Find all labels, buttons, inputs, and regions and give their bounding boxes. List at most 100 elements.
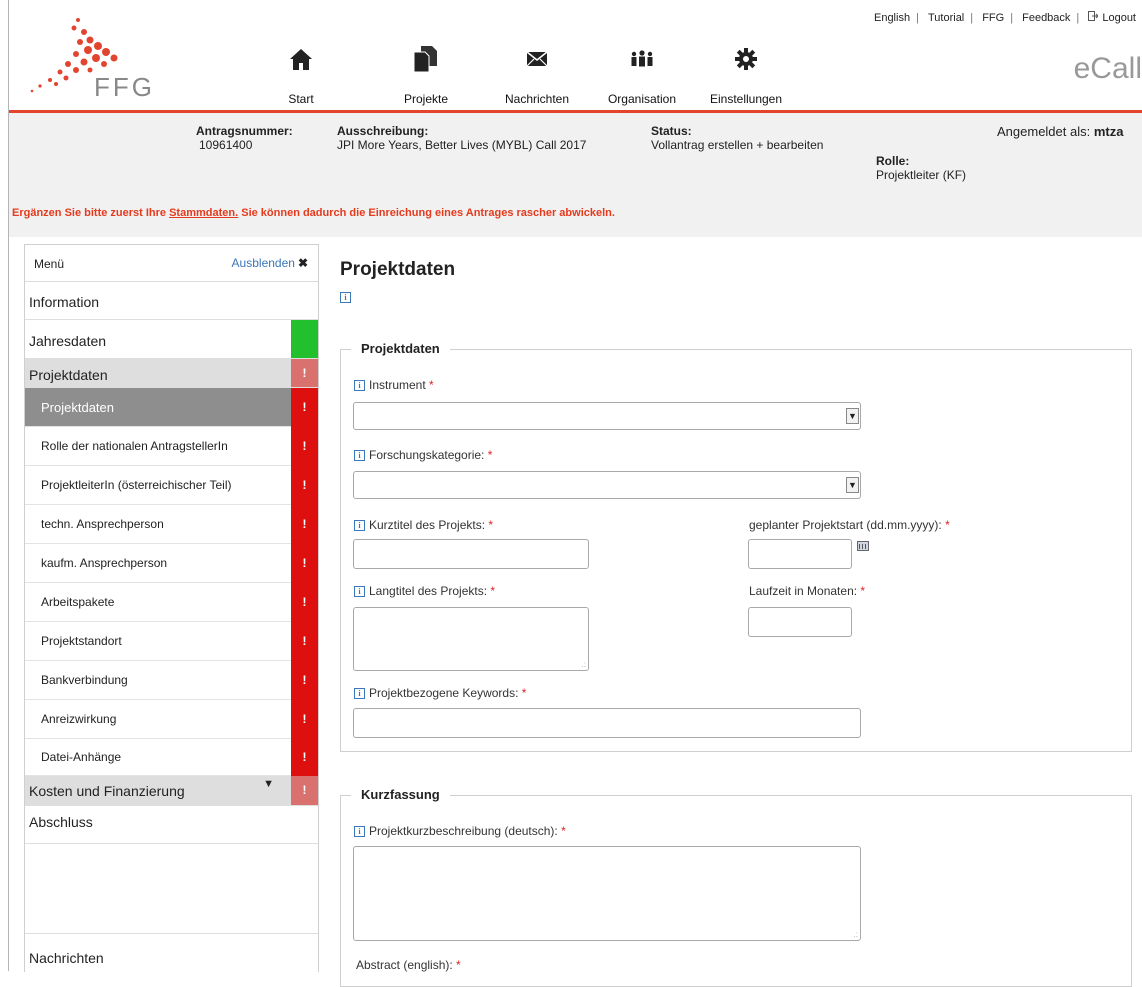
angemeldet-label: Angemeldet als: <box>997 124 1091 139</box>
info-icon[interactable]: i <box>340 292 351 303</box>
kurzbeschreibung-textarea[interactable]: .: <box>353 846 861 941</box>
window-left-edge <box>0 0 9 971</box>
keywords-label: i Projektbezogene Keywords: * <box>354 686 526 700</box>
laufzeit-label: Laufzeit in Monaten: * <box>749 584 866 598</box>
fieldset-kurzfassung: Kurzfassung i Projektkurzbeschreibung (de… <box>340 787 1132 987</box>
rolle-label: Rolle: <box>876 154 910 168</box>
fieldset-projektdaten: Projektdaten i Instrument * ▼ i Forschungs… <box>340 341 1132 752</box>
info-icon[interactable]: i <box>354 586 365 597</box>
angemeldet-user: mtza <box>1093 124 1124 139</box>
instrument-select[interactable]: ▼ <box>353 402 861 430</box>
nav-start[interactable]: Start <box>283 44 319 106</box>
angemeldet-als: Angemeldet als: mtza <box>997 125 1123 139</box>
status-flag-warning: ! <box>291 776 318 805</box>
chevron-down-icon: ▼ <box>263 778 274 790</box>
nav-nachrichten[interactable]: Nachrichten <box>498 44 576 106</box>
sidebar-spacer <box>25 844 318 934</box>
info-icon[interactable]: i <box>354 380 365 391</box>
sidebar-item-bankverbindung[interactable]: Bankverbindung! <box>25 661 318 700</box>
langtitel-label: i Langtitel des Projekts: * <box>354 584 495 598</box>
fieldset-projektdaten-legend: Projektdaten <box>351 341 450 356</box>
forschungskategorie-select[interactable]: ▼ <box>353 471 861 499</box>
info-icon[interactable]: i <box>354 688 365 699</box>
status-value: Vollantrag erstellen + bearbeiten <box>651 138 824 152</box>
page-title: Projektdaten <box>340 259 456 280</box>
status-flag-warning: ! <box>291 700 318 739</box>
forschungskategorie-label: i Forschungskategorie: * <box>354 448 492 462</box>
sidebar-menu: Menü Ausblenden ✖ Information Jahresdaten… <box>24 244 319 972</box>
nav-organisation[interactable]: Organisation <box>602 44 682 106</box>
sidebar-item-nachrichten[interactable]: Nachrichten <box>25 934 318 972</box>
status-flag-warning: ! <box>291 427 318 466</box>
ffg-logo[interactable]: FFG <box>24 14 204 102</box>
status-flag-warning: ! <box>291 359 318 387</box>
abstract-label: Abstract (english): * <box>356 958 461 972</box>
projektstart-input[interactable] <box>748 539 852 569</box>
status-flag-warning: ! <box>291 544 318 583</box>
status-flag-warning: ! <box>291 505 318 544</box>
status-flag-complete <box>291 320 318 358</box>
status-flag-warning: ! <box>291 388 318 427</box>
dropdown-arrow-icon: ▼ <box>846 408 859 424</box>
sidebar-item-jahresdaten[interactable]: Jahresdaten <box>25 320 318 359</box>
nav-einstellungen[interactable]: Einstellungen <box>704 44 788 106</box>
sidebar-item-rolle-antragstellerin[interactable]: Rolle der nationalen AntragstellerIn! <box>25 427 318 466</box>
sidebar-title: Menü <box>34 257 65 271</box>
nav-organisation-label: Organisation <box>607 92 677 106</box>
sidebar-item-anreizwirkung[interactable]: Anreizwirkung! <box>25 700 318 739</box>
antragsnummer-label: Antragsnummer: <box>196 124 293 138</box>
nav-projekte[interactable]: Projekte <box>404 44 449 106</box>
ausschreibung-label: Ausschreibung: <box>337 124 429 138</box>
calendar-icon[interactable] <box>857 541 869 551</box>
stammdaten-link[interactable]: Stammdaten. <box>169 207 238 219</box>
hide-menu-button[interactable]: Ausblenden ✖ <box>232 256 308 270</box>
status-flag-warning: ! <box>291 739 318 776</box>
nav-projekte-label: Projekte <box>404 92 449 106</box>
info-icon[interactable]: i <box>354 520 365 531</box>
antragsnummer: Antragsnummer: 10961400 <box>196 124 293 152</box>
top-links: English | Tutorial | FFG | Feedback | Logout <box>868 11 1142 24</box>
resize-grip-icon[interactable]: .: <box>854 930 858 939</box>
nav-start-label: Start <box>288 92 314 106</box>
sidebar-item-datei-anhaenge[interactable]: Datei-Anhänge! <box>25 739 318 776</box>
nav-einstellungen-label: Einstellungen <box>709 92 783 106</box>
info-icon[interactable]: i <box>354 450 365 461</box>
info-icon[interactable]: i <box>354 826 365 837</box>
langtitel-textarea[interactable]: .: <box>353 607 589 671</box>
laufzeit-input[interactable] <box>748 607 852 637</box>
sidebar-item-projektdaten-group[interactable]: Projektdaten! <box>25 359 318 388</box>
link-ffg[interactable]: FFG <box>976 12 1010 24</box>
kurztitel-input[interactable] <box>353 539 589 569</box>
dropdown-arrow-icon: ▼ <box>846 477 859 493</box>
keywords-input[interactable] <box>353 708 861 738</box>
sidebar-item-techn-ansprechperson[interactable]: techn. Ansprechperson! <box>25 505 318 544</box>
ausschreibung-value: JPI More Years, Better Lives (MYBL) Call… <box>337 138 587 152</box>
link-logout[interactable]: Logout <box>1082 11 1142 24</box>
status-flag-warning: ! <box>291 622 318 661</box>
link-feedback[interactable]: Feedback <box>1016 12 1076 24</box>
rolle-value: Projektleiter (KF) <box>876 168 967 182</box>
people-icon <box>631 50 653 67</box>
logout-icon <box>1088 11 1100 21</box>
ausschreibung: Ausschreibung: JPI More Years, Better Li… <box>337 124 586 152</box>
fieldset-kurzfassung-legend: Kurzfassung <box>351 787 450 802</box>
sidebar-item-kaufm-ansprechperson[interactable]: kaufm. Ansprechperson! <box>25 544 318 583</box>
nav-nachrichten-label: Nachrichten <box>504 92 570 106</box>
sidebar-item-projektdaten[interactable]: Projektdaten! <box>25 388 318 427</box>
link-english[interactable]: English <box>868 12 916 24</box>
link-tutorial[interactable]: Tutorial <box>922 12 970 24</box>
sidebar-item-abschluss[interactable]: Abschluss <box>25 806 318 844</box>
sidebar-item-projektstandort[interactable]: Projektstandort! <box>25 622 318 661</box>
resize-grip-icon[interactable]: .: <box>582 660 586 669</box>
rolle: Rolle: Projektleiter (KF) <box>876 154 966 182</box>
sidebar-item-kosten-finanzierung[interactable]: Kosten und Finanzierung ▼! <box>25 776 318 806</box>
sidebar-item-projektleiterin[interactable]: ProjektleiterIn (österreichischer Teil)! <box>25 466 318 505</box>
status-flag-warning: ! <box>291 661 318 700</box>
projektstart-label: geplanter Projektstart (dd.mm.yyyy): * <box>749 518 950 532</box>
sidebar-header: Menü Ausblenden ✖ <box>25 245 318 282</box>
logo-text: FFG <box>94 72 155 102</box>
status-flag-warning: ! <box>291 466 318 505</box>
stammdaten-notice: Ergänzen Sie bitte zuerst Ihre Stammdate… <box>12 207 615 219</box>
sidebar-item-information[interactable]: Information <box>25 282 318 320</box>
sidebar-item-arbeitspakete[interactable]: Arbeitspakete! <box>25 583 318 622</box>
